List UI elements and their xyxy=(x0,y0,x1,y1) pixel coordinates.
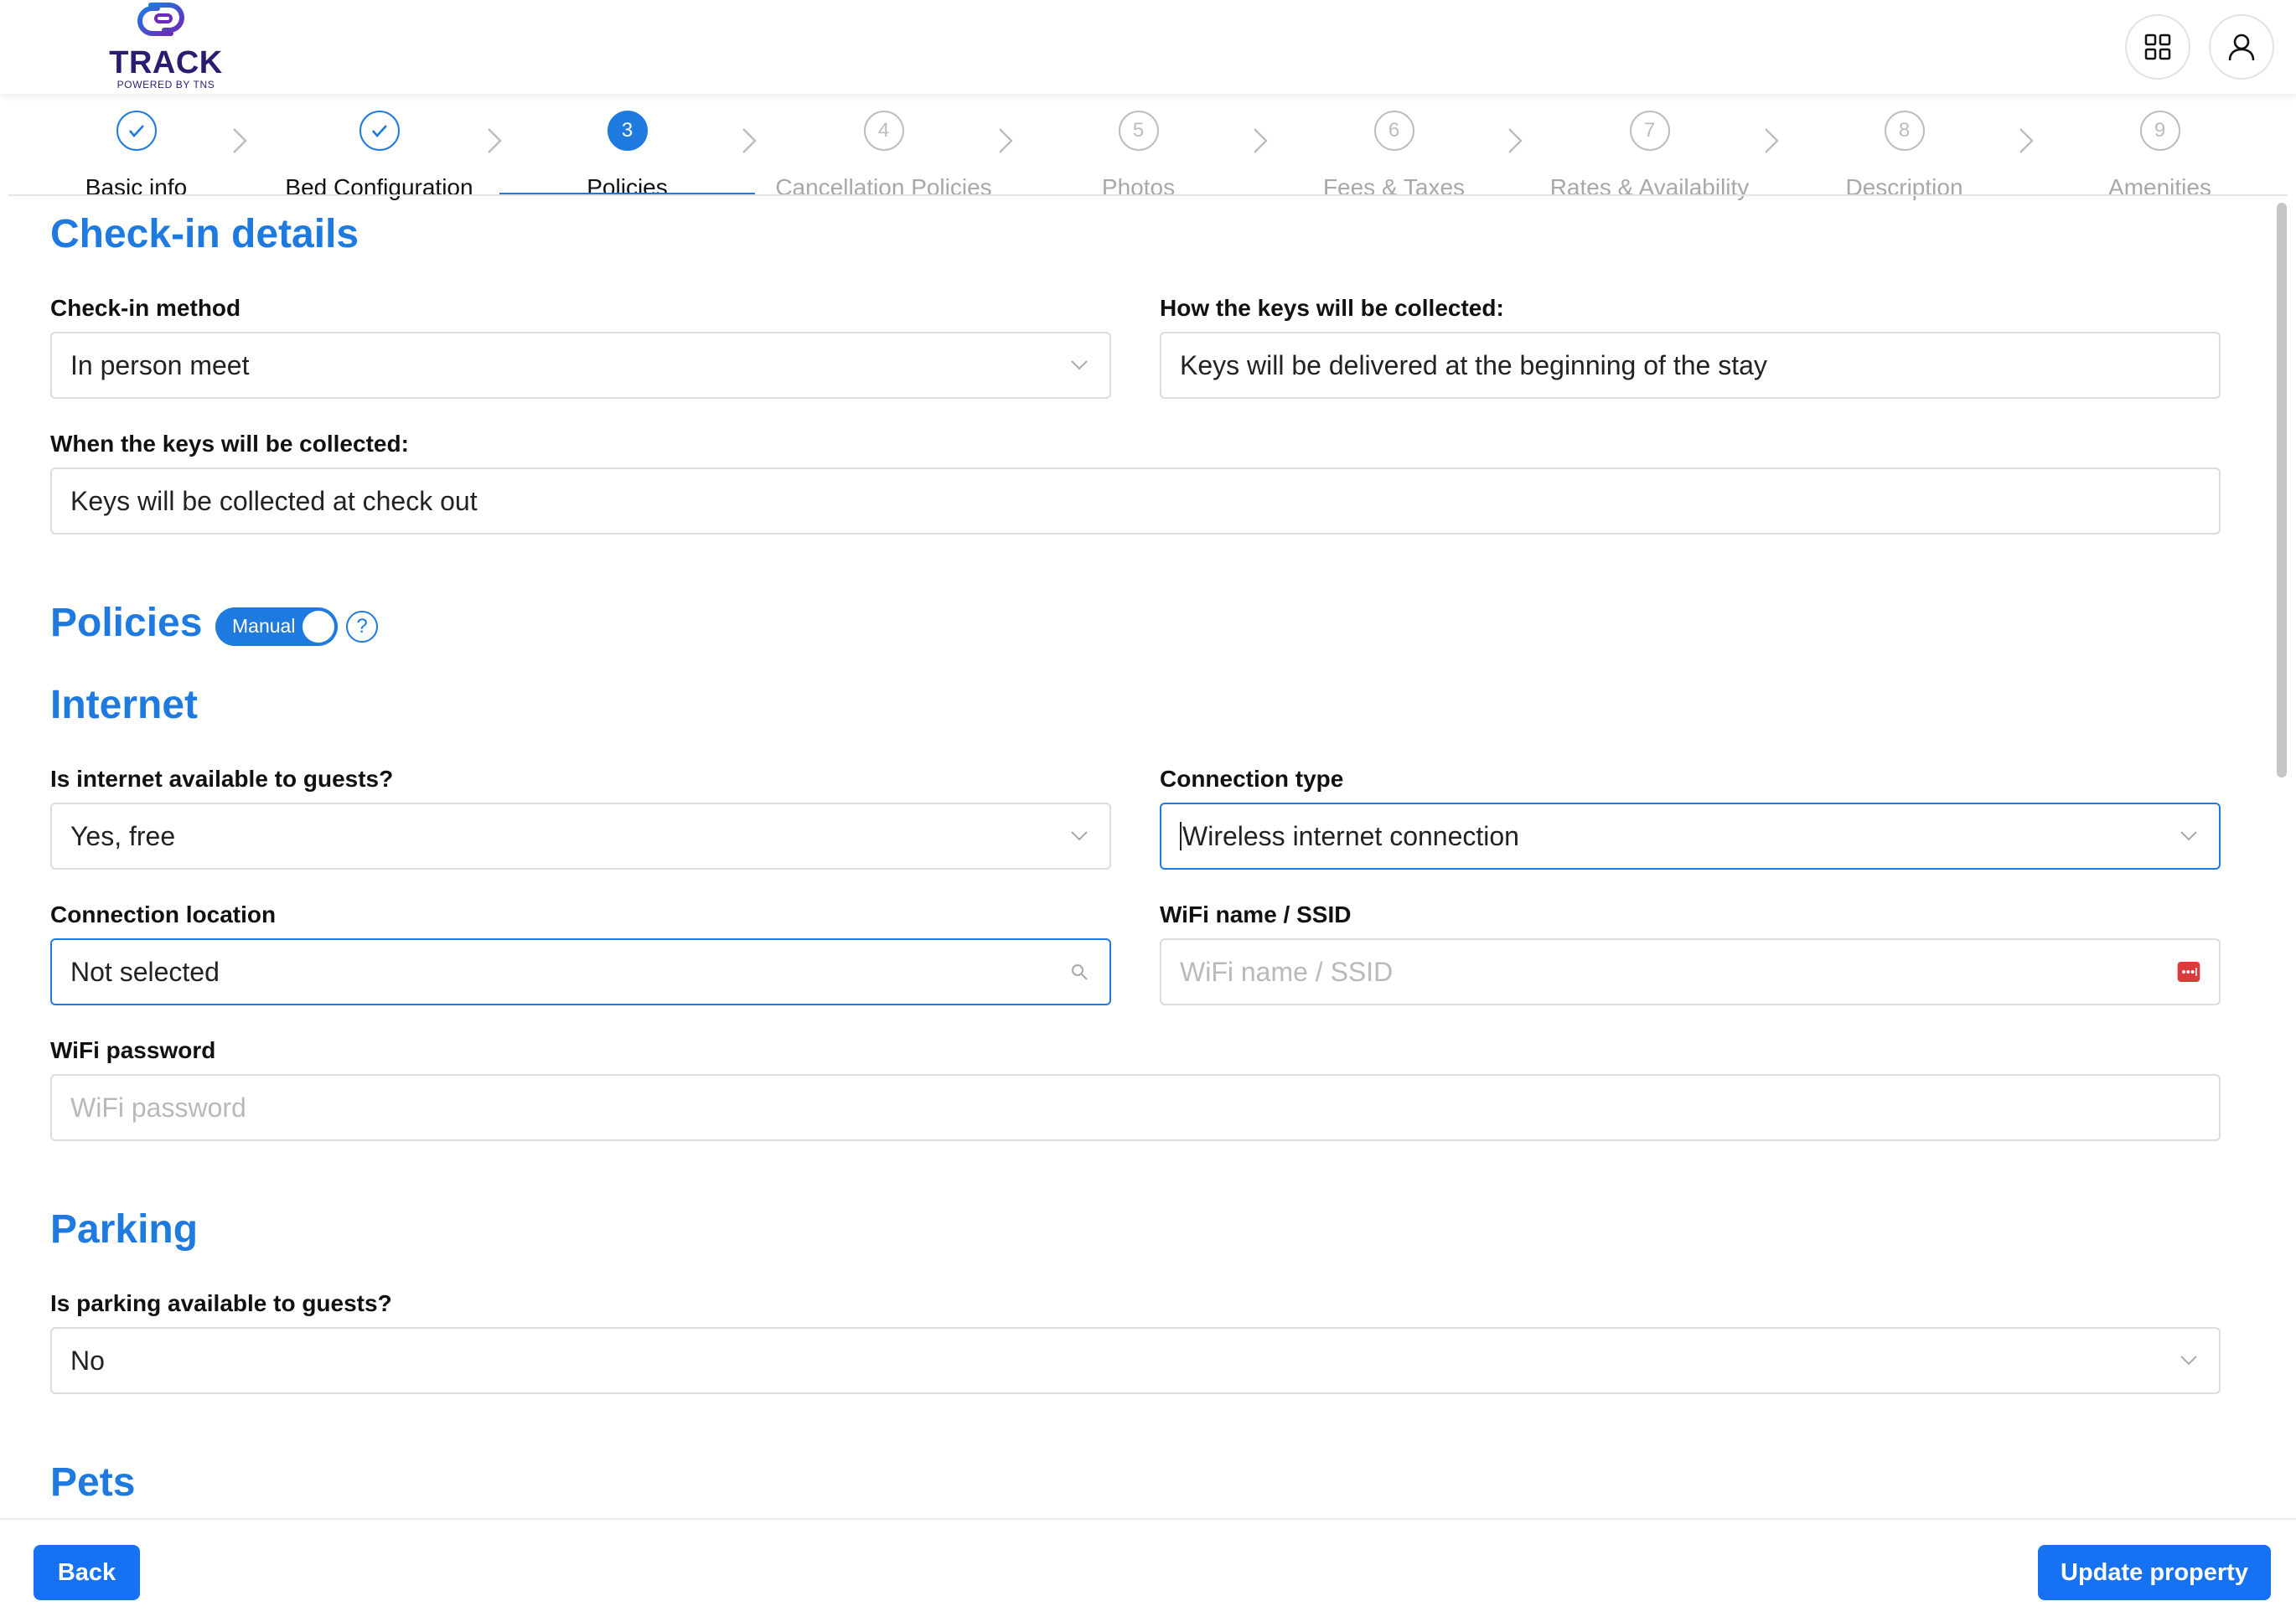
parking-available-label: Is parking available to guests? xyxy=(50,1290,392,1316)
checkin-method-label: Check-in method xyxy=(50,295,241,321)
update-property-button[interactable]: Update property xyxy=(2038,1545,2271,1600)
parking-section-title: Parking xyxy=(50,1207,199,1252)
policies-section-title: Policies xyxy=(50,601,203,645)
step-number: 5 xyxy=(1118,111,1159,151)
checkin-section-title: Check-in details xyxy=(50,212,359,256)
help-icon[interactable]: ? xyxy=(346,611,378,643)
wifi-ssid-placeholder: WiFi name / SSID xyxy=(1180,956,1394,987)
step-bed-configuration[interactable]: Bed Configuration xyxy=(251,111,507,200)
password-manager-icon[interactable] xyxy=(2177,960,2200,984)
parking-available-value: No xyxy=(70,1345,105,1376)
check-icon xyxy=(359,111,400,151)
step-number: 6 xyxy=(1373,111,1414,151)
step-amenities[interactable]: 9 Amenities xyxy=(2032,111,2288,200)
step-number: 7 xyxy=(1629,111,1670,151)
scrollbar[interactable] xyxy=(2273,196,2291,1518)
step-number: 4 xyxy=(863,111,904,151)
step-description[interactable]: 8 Description xyxy=(1776,111,2032,200)
step-number: 8 xyxy=(1884,111,1925,151)
policies-form: Check-in details Check-in method In pers… xyxy=(0,196,2296,1518)
check-icon xyxy=(116,111,157,151)
chevron-down-icon xyxy=(2177,824,2200,848)
text-caret xyxy=(1180,822,1182,850)
connection-location-value: Not selected xyxy=(70,956,220,987)
checkin-method-value: In person meet xyxy=(70,349,250,380)
wifi-ssid-label: WiFi name / SSID xyxy=(1160,901,1352,927)
logo-mark-icon xyxy=(137,2,184,36)
toggle-label: Manual xyxy=(232,615,296,637)
wifi-ssid-field[interactable]: WiFi name / SSID xyxy=(1160,938,2221,1005)
step-fees-taxes[interactable]: 6 Fees & Taxes xyxy=(1266,111,1522,200)
connection-location-label: Connection location xyxy=(50,901,277,927)
step-policies[interactable]: 3 Policies xyxy=(499,111,755,200)
step-cancellation-policies[interactable]: 4 Cancellation Policies xyxy=(756,111,1011,200)
logo-tagline: POWERED BY TNS xyxy=(116,79,215,90)
logo-text: TRACK xyxy=(109,45,223,80)
chevron-down-icon xyxy=(1068,824,1091,848)
pets-section-title: Pets xyxy=(50,1460,136,1505)
internet-available-select[interactable]: Yes, free xyxy=(50,803,1111,870)
internet-available-value: Yes, free xyxy=(70,820,176,851)
wifi-password-placeholder: WiFi password xyxy=(70,1092,246,1123)
form-footer: Back Update property xyxy=(0,1518,2296,1622)
parking-available-select[interactable]: No xyxy=(50,1327,2221,1394)
connection-type-value: Wireless internet connection xyxy=(1182,820,1519,851)
track-logo[interactable]: TRACK POWERED BY TNS xyxy=(107,0,225,92)
internet-available-label: Is internet available to guests? xyxy=(50,766,394,792)
step-photos[interactable]: 5 Photos xyxy=(1011,111,1266,200)
chevron-down-icon xyxy=(1068,354,1091,377)
internet-section-title: Internet xyxy=(50,683,199,727)
back-button[interactable]: Back xyxy=(34,1545,140,1600)
step-rates-availability[interactable]: 7 Rates & Availability xyxy=(1522,111,1777,200)
chevron-right-icon xyxy=(233,128,247,153)
manual-toggle[interactable]: Manual xyxy=(215,607,338,646)
checkin-method-select[interactable]: In person meet xyxy=(50,332,1111,399)
keys-how-field[interactable]: Keys will be delivered at the beginning … xyxy=(1160,332,2221,399)
wizard-stepper: Basic info Bed Configuration 3 Policies … xyxy=(8,94,2288,200)
grid-icon xyxy=(2144,34,2171,60)
wifi-password-label: WiFi password xyxy=(50,1037,216,1063)
keys-when-value: Keys will be collected at check out xyxy=(70,485,478,516)
search-icon xyxy=(1068,960,1091,984)
keys-when-label: When the keys will be collected: xyxy=(50,431,409,457)
user-icon xyxy=(2228,34,2255,61)
connection-type-label: Connection type xyxy=(1160,766,1344,792)
user-menu-button[interactable] xyxy=(2209,14,2274,80)
toggle-knob xyxy=(303,611,334,643)
keys-how-label: How the keys will be collected: xyxy=(1160,295,1504,321)
keys-when-field[interactable]: Keys will be collected at check out xyxy=(50,467,2221,535)
apps-button[interactable] xyxy=(2125,14,2190,80)
connection-type-select[interactable]: Wireless internet connection xyxy=(1160,803,2221,870)
top-header: TRACK POWERED BY TNS xyxy=(0,0,2296,94)
keys-how-value: Keys will be delivered at the beginning … xyxy=(1180,349,1767,380)
connection-location-select[interactable]: Not selected xyxy=(50,938,1111,1005)
step-number: 3 xyxy=(607,111,648,151)
scrollbar-thumb[interactable] xyxy=(2277,203,2287,777)
step-number: 9 xyxy=(2139,111,2180,151)
wifi-password-field[interactable]: WiFi password xyxy=(50,1074,2221,1141)
chevron-down-icon xyxy=(2177,1349,2200,1372)
